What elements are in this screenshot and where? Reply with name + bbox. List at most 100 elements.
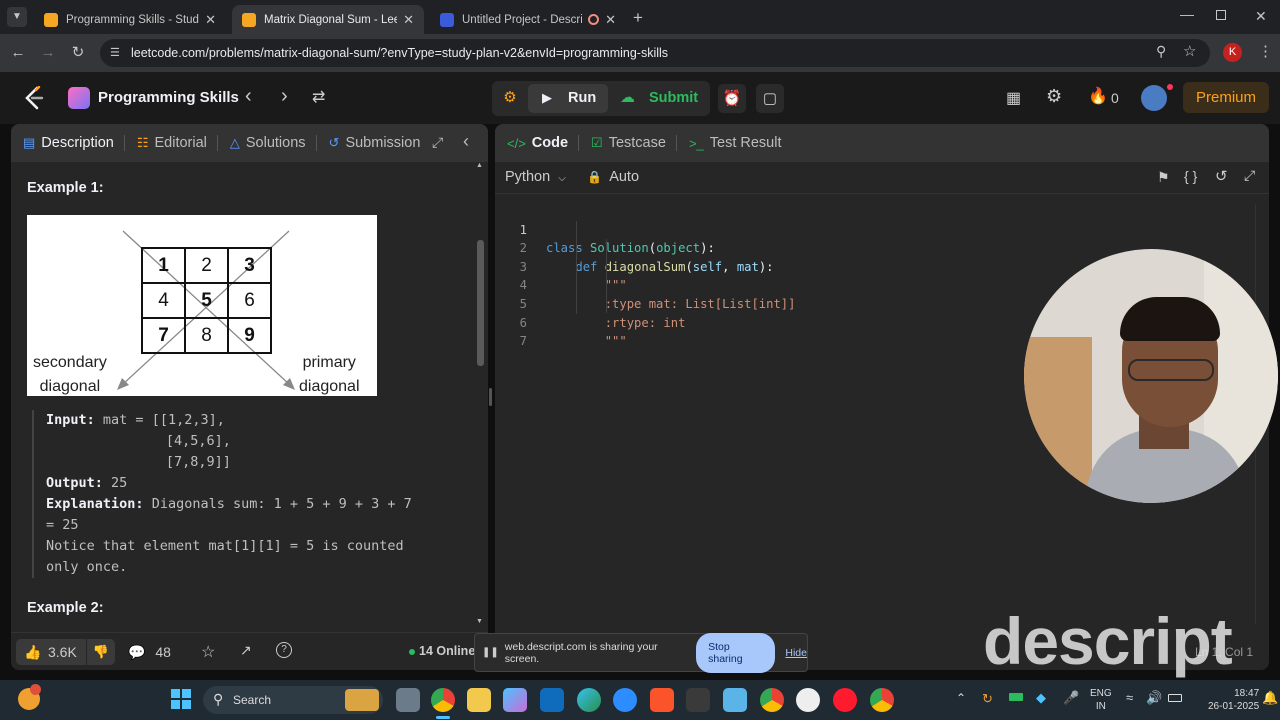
hide-share-bar-link[interactable]: Hide — [785, 647, 807, 659]
back-arrow-icon[interactable]: ← — [8, 43, 28, 63]
collapse-panel-chevron-icon[interactable]: ‹ — [463, 131, 469, 152]
shuffle-icon[interactable]: ⇄ — [312, 87, 325, 107]
lock-icon: 🔒 — [587, 170, 602, 184]
comments-button[interactable]: 💬 48 — [128, 639, 171, 665]
scrollbar-thumb[interactable] — [477, 240, 484, 366]
notification-bell-icon[interactable]: 🔔 — [1262, 690, 1278, 706]
minimize-window-icon[interactable]: — — [1180, 6, 1194, 22]
format-braces-icon[interactable]: { } — [1184, 168, 1197, 184]
notes-icon[interactable]: ▢ — [756, 84, 784, 113]
new-tab-button[interactable]: + — [633, 8, 643, 28]
address-bar[interactable]: ☰ leetcode.com/problems/matrix-diagonal-… — [100, 39, 1210, 67]
chrome-taskbar-icon[interactable] — [431, 688, 455, 712]
user-avatar[interactable] — [1141, 85, 1167, 111]
streak-fire-icon[interactable]: 🔥 — [1088, 86, 1108, 106]
panel-resize-handle[interactable] — [489, 388, 492, 406]
opera-icon[interactable] — [833, 688, 857, 712]
browser-menu-icon[interactable]: ⋮ — [1258, 42, 1273, 60]
expand-panel-icon[interactable]: ⤢ — [432, 134, 443, 151]
fullscreen-icon[interactable]: ⤢ — [1244, 167, 1255, 184]
taskbar-search-box[interactable]: ⚲ Search — [203, 686, 383, 714]
forward-arrow-icon[interactable]: → — [38, 43, 58, 63]
editorial-book-icon: ☷ — [136, 135, 149, 150]
scroll-up-arrow-icon[interactable]: ▲ — [476, 162, 483, 169]
premium-button[interactable]: Premium — [1183, 82, 1269, 113]
windows-start-icon[interactable] — [171, 689, 191, 709]
tray-microphone-icon[interactable]: 🎤 — [1063, 690, 1079, 706]
site-info-icon[interactable]: ☰ — [110, 39, 120, 67]
tray-battery-icon[interactable] — [1009, 693, 1023, 701]
description-scrollbar[interactable]: ▲ ▼ — [476, 162, 484, 632]
copilot-icon[interactable] — [503, 688, 527, 712]
active-app-indicator — [436, 716, 450, 719]
auto-mode[interactable]: 🔒 Auto — [587, 169, 639, 185]
brave-icon[interactable] — [650, 688, 674, 712]
task-view-icon[interactable] — [396, 688, 420, 712]
code-line: 4 :type mat: List[List[int]] — [519, 278, 796, 311]
pause-sharing-icon[interactable]: ❚❚ — [482, 647, 499, 658]
study-plan-icon[interactable] — [68, 87, 90, 109]
submit-button[interactable]: ☁ Submit — [612, 84, 706, 113]
code-line: 3 """ — [519, 259, 627, 293]
volume-icon[interactable]: 🔊 — [1146, 690, 1162, 706]
file-explorer-icon[interactable] — [467, 688, 491, 712]
tab-description[interactable]: ▤ Description — [23, 135, 114, 151]
edge-icon[interactable] — [577, 688, 601, 712]
dislike-button[interactable]: 👎 — [87, 639, 115, 665]
tab-solutions[interactable]: △ Solutions — [230, 135, 306, 151]
run-button[interactable]: ▶ Run — [528, 84, 608, 113]
close-tab-icon[interactable]: ✕ — [605, 12, 616, 28]
leetcode-logo-icon[interactable] — [23, 86, 45, 110]
like-button[interactable]: 👍 3.6K — [16, 639, 86, 665]
tab-testcase[interactable]: ☑ Testcase — [591, 135, 666, 151]
tray-defender-icon[interactable]: ◆ — [1036, 690, 1046, 706]
wifi-icon[interactable]: ≈ — [1126, 690, 1133, 705]
close-tab-icon[interactable]: ✕ — [205, 12, 216, 28]
tab-code[interactable]: </> Code — [507, 135, 568, 151]
zoom-icon[interactable]: ⚲ — [1156, 43, 1166, 60]
next-problem-chevron-icon[interactable]: › — [281, 85, 288, 108]
debug-bug-icon[interactable]: ⚙ — [498, 86, 522, 110]
terminal-icon[interactable] — [686, 688, 710, 712]
reset-code-icon[interactable]: ↺ — [1215, 167, 1228, 185]
browser-tab[interactable]: Untitled Project - Descript ✕ — [430, 5, 626, 34]
tab-test-result[interactable]: >_ Test Result — [689, 135, 782, 151]
layout-grid-icon[interactable]: ▦ — [1006, 88, 1021, 108]
stop-sharing-button[interactable]: Stop sharing — [696, 632, 776, 673]
tab-editorial[interactable]: ☷ Editorial — [137, 135, 207, 151]
language-indicator[interactable]: ENG IN — [1090, 687, 1112, 713]
scroll-down-arrow-icon[interactable]: ▼ — [476, 618, 483, 625]
timer-alarm-icon[interactable]: ⏰ — [718, 84, 746, 113]
bookmark-icon[interactable]: ⚑ — [1157, 169, 1170, 186]
tray-sync-icon[interactable]: ↻ — [982, 691, 993, 707]
settings-gear-icon[interactable]: ⚙ — [1046, 86, 1062, 107]
description-panel: ▤ Description ☷ Editorial △ Solutions ↺ … — [11, 124, 488, 670]
matrix-cell: 3 — [228, 248, 271, 283]
favorite-star-icon[interactable]: ☆ — [201, 642, 215, 662]
show-hidden-icons-chevron-icon[interactable]: ⌃ — [956, 691, 966, 705]
profile-avatar[interactable]: K — [1223, 43, 1242, 62]
tab-search-button[interactable]: ▼ — [7, 7, 27, 27]
close-tab-icon[interactable]: ✕ — [403, 12, 414, 28]
clock[interactable]: 18:47 26-01-2025 — [1208, 687, 1259, 713]
close-window-icon[interactable]: ✕ — [1255, 8, 1267, 25]
outlook-icon[interactable] — [540, 688, 564, 712]
notepad-icon[interactable] — [723, 688, 747, 712]
help-circle-icon[interactable]: ? — [276, 642, 292, 658]
chrome-profile-icon[interactable] — [760, 688, 784, 712]
code-line: 5 :rtype: int — [519, 296, 686, 330]
language-select[interactable]: Python ⌵ — [505, 169, 566, 185]
browser-tab[interactable]: Programming Skills - Study Pla ✕ — [34, 5, 226, 34]
battery-icon[interactable] — [1168, 694, 1182, 702]
whatsapp-icon[interactable] — [796, 688, 820, 712]
reload-icon[interactable]: ↻ — [68, 43, 88, 63]
share-icon[interactable]: ↗ — [240, 642, 252, 659]
bookmark-star-icon[interactable]: ☆ — [1183, 42, 1196, 60]
maximize-window-icon[interactable] — [1216, 10, 1226, 20]
chrome-dev-icon[interactable] — [870, 688, 894, 712]
tab-submission[interactable]: ↺ Submission — [329, 135, 421, 151]
browser-tab-active[interactable]: Matrix Diagonal Sum - LeetCod ✕ — [232, 5, 424, 34]
zoom-icon[interactable] — [613, 688, 637, 712]
study-plan-title[interactable]: Programming Skills — [98, 89, 239, 106]
prev-problem-chevron-icon[interactable]: ‹ — [245, 85, 252, 108]
